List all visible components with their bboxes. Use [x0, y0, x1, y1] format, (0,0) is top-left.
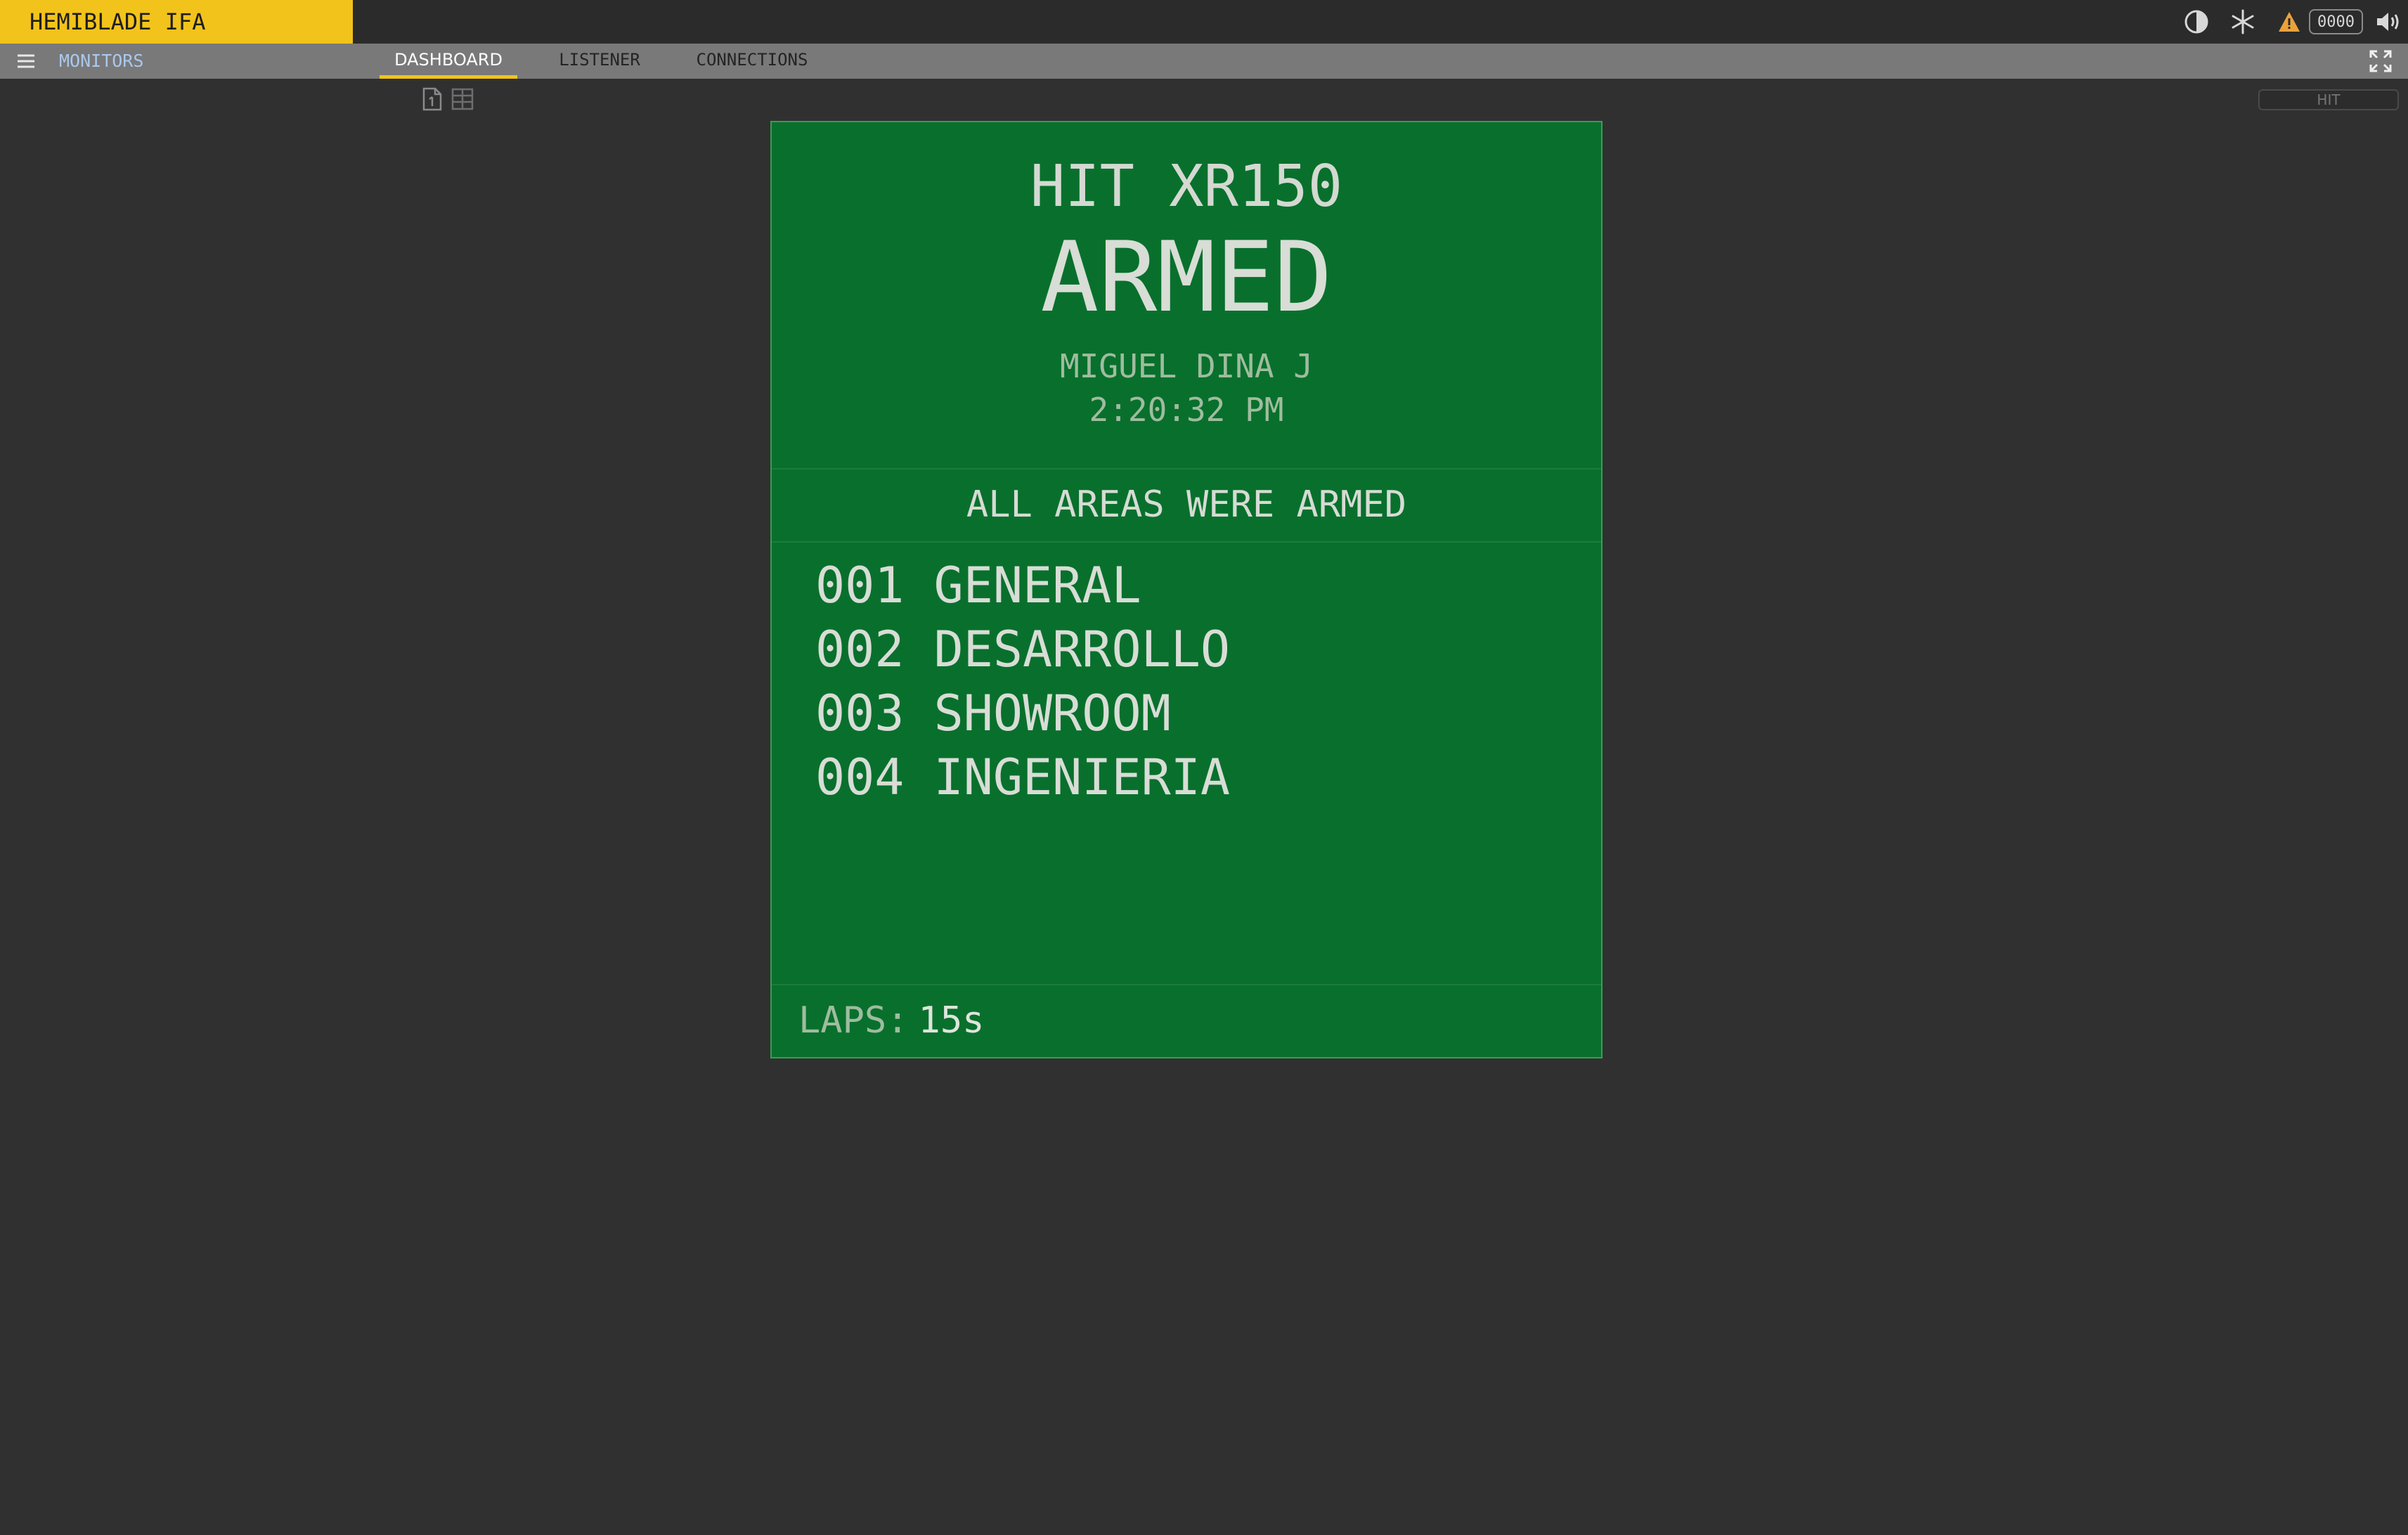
area-name: DESARROLLO	[933, 621, 1231, 678]
event-message: ALL AREAS WERE ARMED	[772, 469, 1601, 543]
area-item: 003 SHOWROOM	[815, 682, 1601, 746]
area-item: 001 GENERAL	[815, 554, 1601, 618]
arm-status: ARMED	[1040, 221, 1333, 334]
laps-value: 15s	[918, 999, 985, 1042]
snowflake-icon[interactable]	[2227, 6, 2258, 37]
section-monitors-link[interactable]: MONITORS	[59, 44, 143, 79]
area-name: SHOWROOM	[933, 685, 1171, 742]
tab-listener[interactable]: LISTENER	[548, 44, 651, 79]
laps-label: LAPS:	[798, 999, 909, 1042]
area-number: 002	[815, 621, 905, 678]
area-name: GENERAL	[933, 557, 1141, 614]
area-number: 003	[815, 685, 905, 742]
area-item: 002 DESARROLLO	[815, 618, 1601, 682]
monitor-card[interactable]: HIT XR150 ARMED MIGUEL DINA J 2:20:32 PM…	[770, 121, 1603, 1058]
fullscreen-icon[interactable]	[2369, 49, 2393, 73]
alarm-counter: 0000	[2309, 9, 2363, 34]
single-view-icon[interactable]	[422, 87, 443, 111]
area-list: 001 GENERAL 002 DESARROLLO 003 SHOWROOM …	[772, 543, 1601, 985]
event-time: 2:20:32 PM	[1089, 391, 1284, 429]
area-name: INGENIERIA	[933, 749, 1231, 806]
warning-icon[interactable]	[2274, 6, 2305, 37]
app-title: HEMIBLADE IFA	[0, 0, 353, 44]
tab-dashboard[interactable]: DASHBOARD	[380, 44, 517, 79]
nav-bar: MONITORS DASHBOARD LISTENER CONNECTIONS	[0, 44, 2408, 79]
menu-icon[interactable]	[15, 51, 37, 72]
area-number: 001	[815, 557, 905, 614]
user-name: MIGUEL DINA J	[1059, 347, 1314, 385]
device-name: HIT XR150	[1030, 153, 1343, 220]
top-bar: HEMIBLADE IFA 0000	[0, 0, 2408, 44]
speaker-icon[interactable]	[2373, 6, 2404, 37]
contrast-icon[interactable]	[2181, 6, 2212, 37]
tab-connections[interactable]: CONNECTIONS	[689, 44, 815, 79]
filter-input[interactable]	[2258, 89, 2399, 110]
laps-row: LAPS: 15s	[772, 985, 1601, 1056]
top-icons: 0000	[2181, 0, 2408, 44]
grid-view-icon[interactable]	[451, 87, 474, 111]
area-item: 004 INGENIERIA	[815, 746, 1601, 810]
monitor-header: HIT XR150 ARMED MIGUEL DINA J 2:20:32 PM	[772, 122, 1601, 469]
area-number: 004	[815, 749, 905, 806]
